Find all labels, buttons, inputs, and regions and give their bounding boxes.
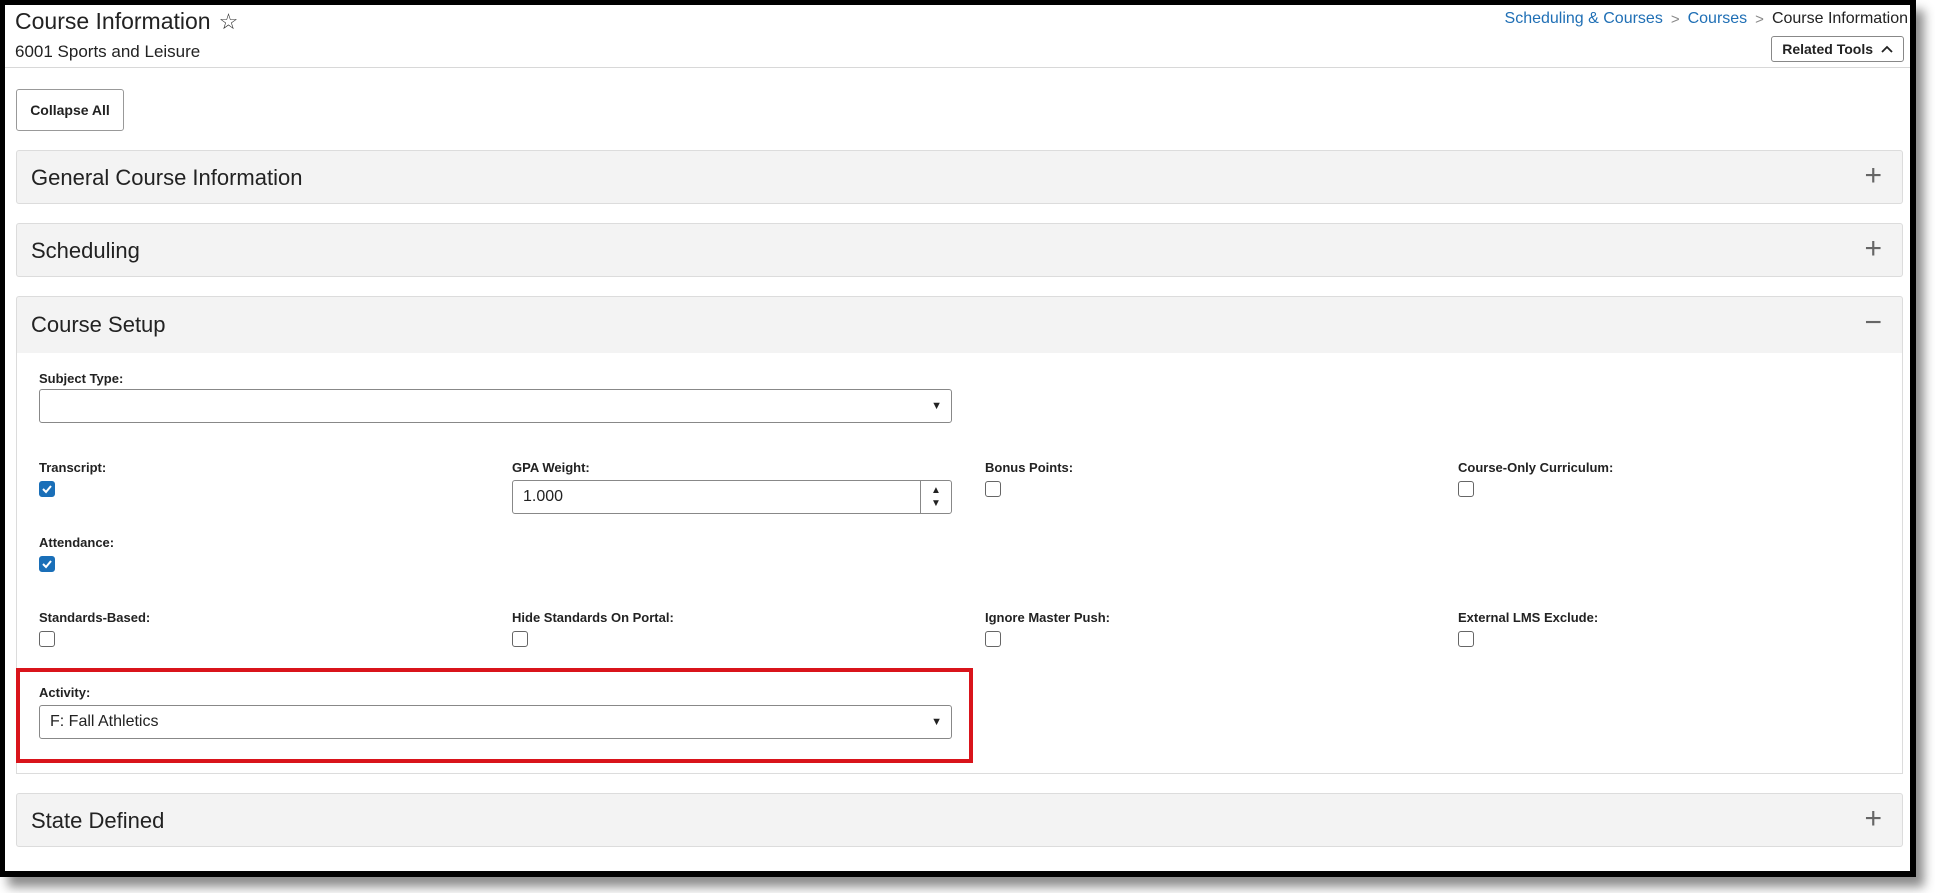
stepper-down-icon[interactable]: ▼ <box>931 497 941 510</box>
app-window: Course Information ☆ 6001 Sports and Lei… <box>0 0 1916 877</box>
section-scheduling[interactable]: Scheduling + <box>16 223 1903 277</box>
section-title: State Defined <box>31 808 165 833</box>
page-title-wrap: Course Information ☆ <box>15 8 238 35</box>
caret-down-icon: ▼ <box>931 400 942 412</box>
transcript-label: Transcript: <box>39 460 107 475</box>
related-tools-button[interactable]: Related Tools <box>1771 36 1904 62</box>
plus-icon[interactable]: + <box>1864 161 1882 191</box>
activity-highlight-box <box>16 668 973 763</box>
gpa-weight-value: 1.000 <box>523 488 564 505</box>
standards-based-checkbox[interactable] <box>39 631 55 647</box>
page-subtitle: 6001 Sports and Leisure <box>15 42 201 61</box>
course-only-curriculum-checkbox[interactable] <box>1458 481 1474 497</box>
plus-icon[interactable]: + <box>1864 804 1882 834</box>
collapse-all-button[interactable]: Collapse All <box>16 89 124 131</box>
breadcrumb-courses[interactable]: Courses <box>1688 10 1748 28</box>
standards-based-label: Standards-Based: <box>39 610 151 625</box>
breadcrumb-scheduling-courses[interactable]: Scheduling & Courses <box>1505 10 1663 28</box>
attendance-label: Attendance: <box>39 535 115 550</box>
ignore-master-push-label: Ignore Master Push: <box>985 610 1110 625</box>
external-lms-exclude-checkbox[interactable] <box>1458 631 1474 647</box>
minus-icon[interactable]: − <box>1864 308 1882 338</box>
hide-standards-on-portal-checkbox[interactable] <box>512 631 528 647</box>
checkmark-icon <box>42 560 52 569</box>
page-title: Course Information <box>15 8 211 34</box>
subject-type-label: Subject Type: <box>39 371 124 386</box>
ignore-master-push-checkbox[interactable] <box>985 631 1001 647</box>
chevron-right-icon: > <box>1755 10 1764 28</box>
chevron-right-icon: > <box>1670 10 1680 28</box>
gpa-weight-input[interactable]: 1.000 ▲ ▼ <box>512 480 952 514</box>
transcript-checkbox[interactable] <box>39 481 55 497</box>
plus-icon[interactable]: + <box>1864 234 1882 264</box>
bonus-points-checkbox[interactable] <box>985 481 1001 497</box>
external-lms-exclude-label: External LMS Exclude: <box>1458 610 1599 625</box>
section-title: Course Setup <box>31 312 166 337</box>
section-general-course-information[interactable]: General Course Information + <box>16 150 1903 204</box>
checkmark-icon <box>42 485 52 494</box>
chevron-up-icon <box>1881 45 1893 53</box>
section-course-setup[interactable]: Course Setup − <box>16 296 1903 354</box>
section-title: Scheduling <box>31 238 140 263</box>
breadcrumb-current: Course Information <box>1771 10 1908 27</box>
attendance-checkbox[interactable] <box>39 556 55 572</box>
course-only-curriculum-label: Course-Only Curriculum: <box>1458 460 1614 475</box>
page-header: Course Information ☆ 6001 Sports and Lei… <box>5 5 1910 68</box>
bonus-points-label: Bonus Points: <box>985 460 1074 475</box>
section-state-defined[interactable]: State Defined + <box>16 793 1903 847</box>
stepper-up-icon[interactable]: ▲ <box>931 484 941 497</box>
breadcrumb: Scheduling & Courses > Courses > Course … <box>1505 10 1908 28</box>
hide-standards-on-portal-label: Hide Standards On Portal: <box>512 610 674 625</box>
related-tools-label: Related Tools <box>1782 41 1873 57</box>
star-icon[interactable]: ☆ <box>219 10 239 33</box>
section-title: General Course Information <box>31 165 303 190</box>
subject-type-select[interactable]: ▼ <box>39 389 952 423</box>
gpa-weight-stepper[interactable]: ▲ ▼ <box>920 481 951 513</box>
gpa-weight-label: GPA Weight: <box>512 460 590 475</box>
